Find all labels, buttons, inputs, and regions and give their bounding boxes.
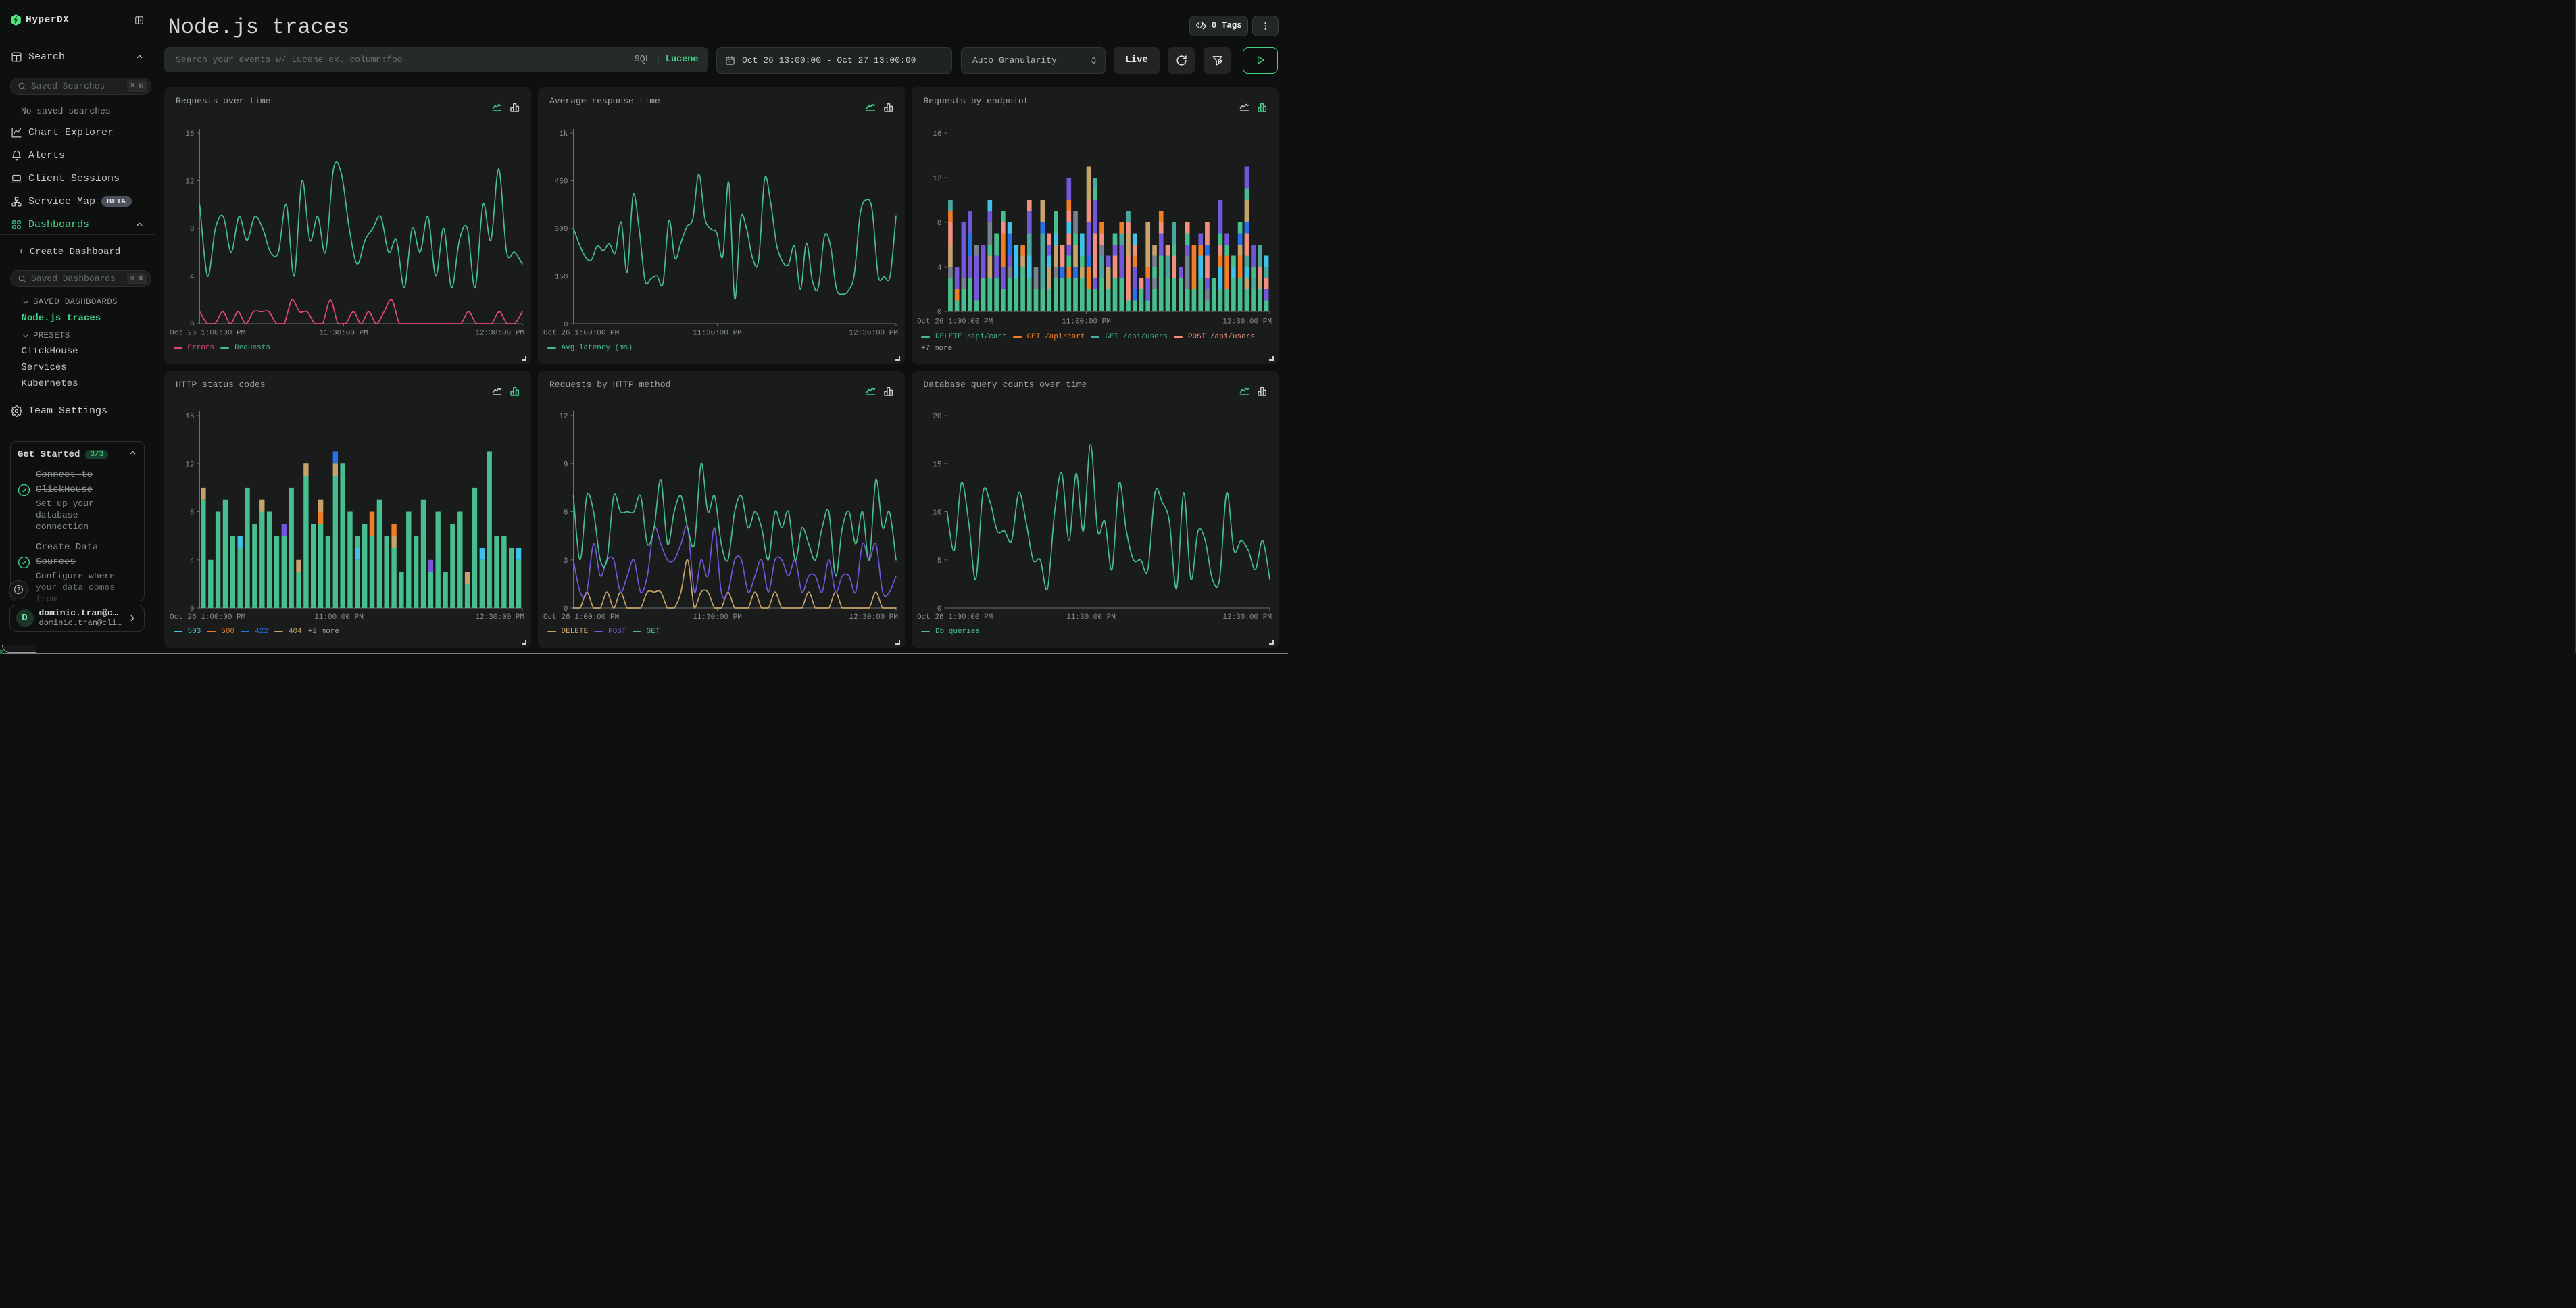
svg-text:8: 8 [189, 509, 194, 518]
svg-text:Oct 26 1:00:00 PM: Oct 26 1:00:00 PM [543, 613, 619, 622]
svg-text:4: 4 [189, 557, 194, 565]
svg-text:16: 16 [185, 130, 194, 139]
svg-text:12:30:00 PM: 12:30:00 PM [849, 613, 898, 622]
svg-text:12: 12 [185, 178, 194, 186]
svg-text:16: 16 [933, 130, 941, 139]
svg-text:0: 0 [189, 321, 194, 329]
svg-text:12:30:00 PM: 12:30:00 PM [475, 330, 524, 338]
svg-text:Oct 26 1:00:00 PM: Oct 26 1:00:00 PM [917, 318, 993, 326]
svg-text:12: 12 [933, 175, 941, 183]
svg-text:300: 300 [554, 226, 568, 234]
svg-text:450: 450 [554, 178, 568, 186]
svg-text:20: 20 [933, 413, 941, 421]
svg-text:Oct 26 1:00:00 PM: Oct 26 1:00:00 PM [170, 613, 245, 622]
svg-text:11:30:00 PM: 11:30:00 PM [693, 613, 742, 622]
svg-text:0: 0 [937, 309, 942, 317]
svg-text:11:30:00 PM: 11:30:00 PM [693, 330, 742, 338]
svg-text:Oct 26 1:00:00 PM: Oct 26 1:00:00 PM [543, 330, 619, 338]
svg-text:11:30:00 PM: 11:30:00 PM [319, 330, 368, 338]
svg-text:4: 4 [189, 274, 194, 282]
svg-text:0: 0 [563, 605, 568, 613]
svg-text:10: 10 [933, 509, 941, 518]
svg-text:8: 8 [937, 220, 942, 228]
svg-text:6: 6 [563, 509, 568, 518]
svg-text:150: 150 [554, 274, 568, 282]
svg-text:16: 16 [185, 413, 194, 421]
svg-text:4: 4 [937, 264, 942, 272]
svg-text:11:30:00 PM: 11:30:00 PM [1066, 613, 1116, 622]
svg-text:12:30:00 PM: 12:30:00 PM [849, 330, 898, 338]
svg-text:0: 0 [937, 605, 942, 613]
svg-text:11:00:00 PM: 11:00:00 PM [314, 613, 364, 622]
svg-text:8: 8 [189, 226, 194, 234]
svg-text:1k: 1k [559, 130, 568, 139]
svg-text:9: 9 [563, 461, 568, 469]
svg-text:0: 0 [563, 321, 568, 329]
svg-text:11:00:00 PM: 11:00:00 PM [1062, 318, 1111, 326]
svg-text:12:30:00 PM: 12:30:00 PM [1222, 318, 1272, 326]
svg-text:15: 15 [933, 461, 941, 469]
svg-text:5: 5 [937, 557, 942, 565]
svg-text:12: 12 [185, 461, 194, 469]
svg-text:3: 3 [563, 557, 568, 565]
svg-text:12:30:00 PM: 12:30:00 PM [1222, 613, 1272, 622]
svg-text:12:30:00 PM: 12:30:00 PM [475, 613, 524, 622]
svg-text:Oct 26 1:00:00 PM: Oct 26 1:00:00 PM [170, 330, 245, 338]
svg-text:Oct 26 1:00:00 PM: Oct 26 1:00:00 PM [917, 613, 993, 622]
svg-text:0: 0 [189, 605, 194, 613]
svg-text:12: 12 [559, 413, 568, 421]
